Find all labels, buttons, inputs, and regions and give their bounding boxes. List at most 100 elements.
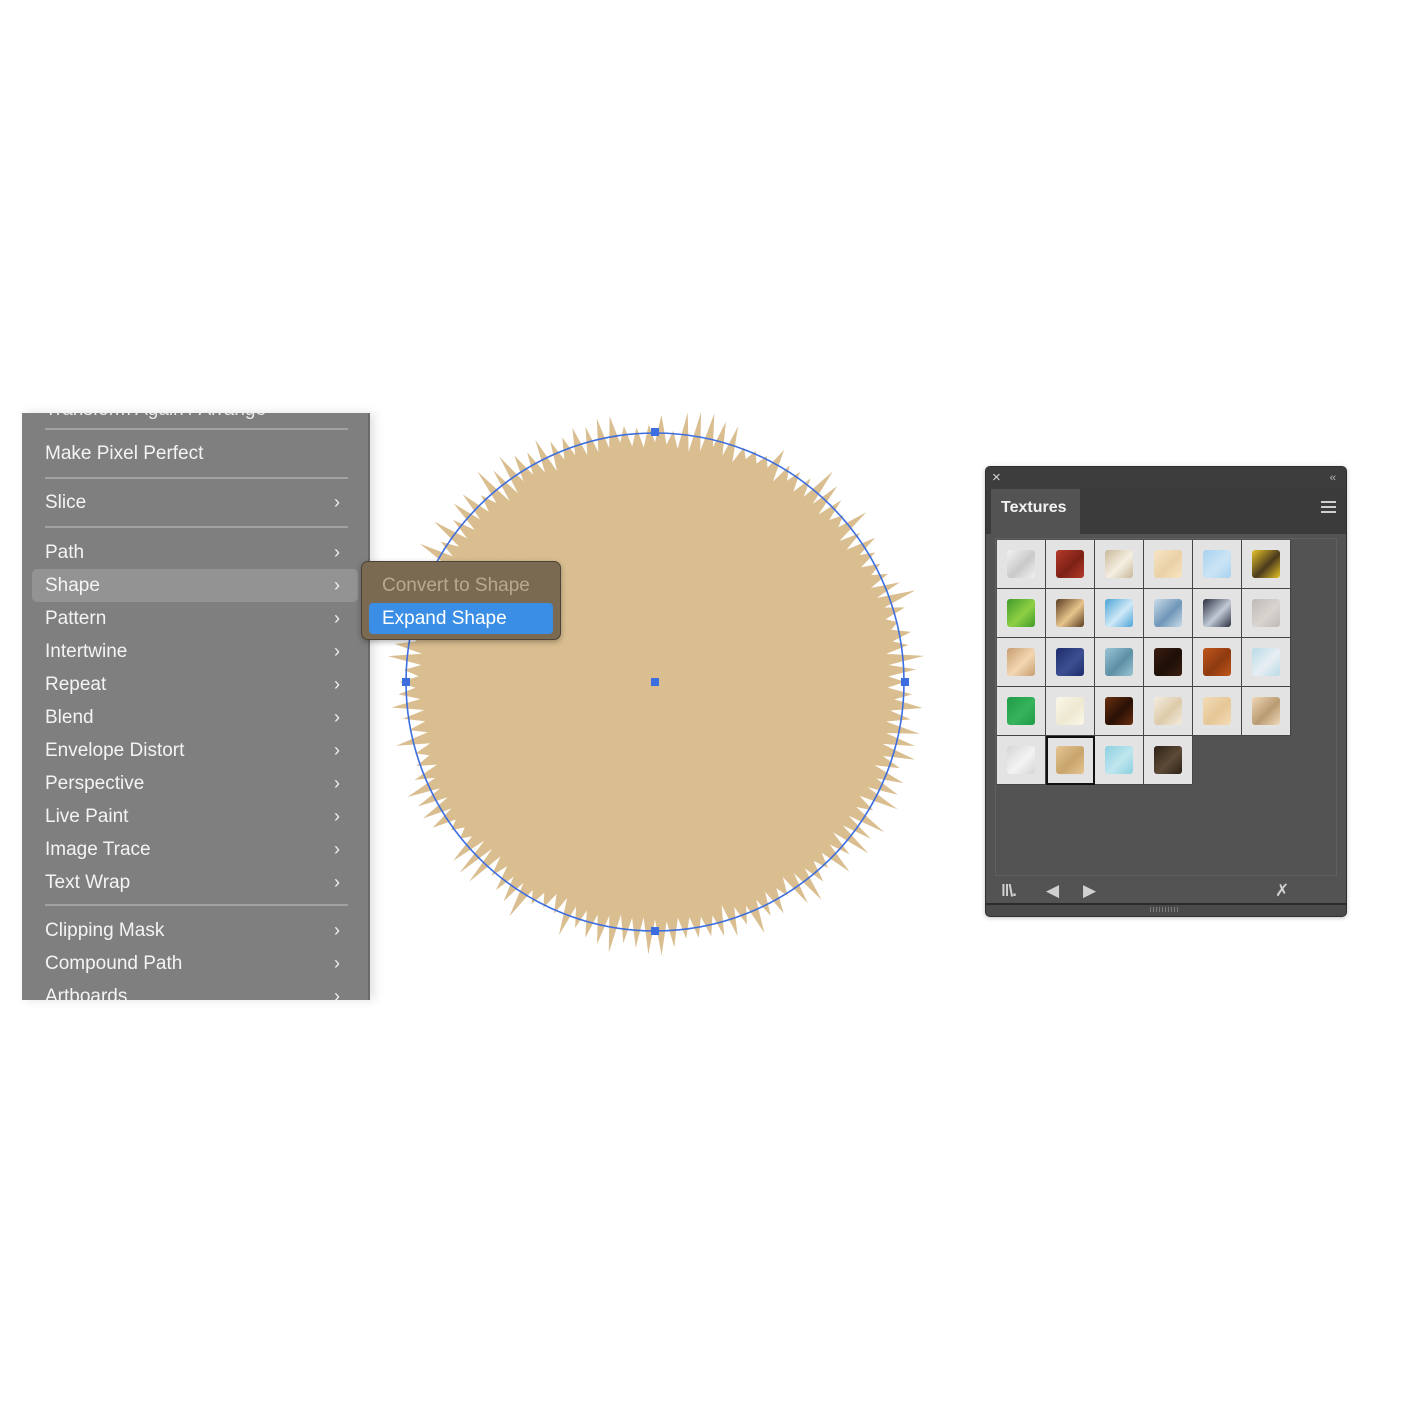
- texture-swatch-stone-cells[interactable]: [1193, 589, 1242, 638]
- texture-swatch-burnt-wood[interactable]: [1095, 687, 1144, 736]
- menu-item-shape[interactable]: Shape ›: [32, 569, 358, 602]
- menu-item-image-trace[interactable]: Image Trace ›: [32, 833, 358, 866]
- texture-thumbnail: [1056, 599, 1084, 627]
- texture-thumbnail: [1252, 599, 1280, 627]
- chevron-right-icon: ›: [334, 608, 340, 628]
- anchor-point-left[interactable]: [402, 678, 410, 686]
- texture-thumbnail: [1007, 746, 1035, 774]
- texture-thumbnail: [1252, 648, 1280, 676]
- menu-item-live-paint[interactable]: Live Paint ›: [32, 800, 358, 833]
- menu-item-clipping-mask[interactable]: Clipping Mask ›: [32, 914, 358, 947]
- texture-swatch-wavy-paper[interactable]: [1242, 687, 1291, 736]
- resize-grip-icon[interactable]: [1150, 907, 1180, 912]
- texture-swatch-blue-ice[interactable]: [1095, 589, 1144, 638]
- next-icon[interactable]: ▶: [1083, 880, 1096, 902]
- texture-swatch-green-grid[interactable]: [997, 687, 1046, 736]
- menu-separator: [45, 904, 348, 906]
- submenu-item-label: Convert to Shape: [382, 575, 530, 596]
- texture-swatch-blue-streaks[interactable]: [1144, 589, 1193, 638]
- texture-swatch-tan-crinkle[interactable]: [1046, 736, 1095, 785]
- texture-thumbnail: [1056, 550, 1084, 578]
- texture-swatch-green-grass[interactable]: [997, 589, 1046, 638]
- texture-thumbnail: [1007, 599, 1035, 627]
- texture-swatch-light-blue[interactable]: [1193, 540, 1242, 589]
- chevron-right-icon: ›: [334, 953, 340, 973]
- chevron-right-icon: ›: [334, 806, 340, 826]
- texture-swatch-parchment[interactable]: [1193, 687, 1242, 736]
- menu-item-text-wrap[interactable]: Text Wrap ›: [32, 866, 358, 899]
- texture-swatch-white-silk[interactable]: [997, 540, 1046, 589]
- menu-item-label: Slice: [45, 492, 87, 513]
- menu-item-label: Shape: [45, 575, 100, 596]
- menu-item-make-pixel-perfect[interactable]: Make Pixel Perfect: [32, 437, 358, 470]
- texture-thumbnail: [1252, 697, 1280, 725]
- close-icon[interactable]: ×: [992, 468, 1001, 488]
- texture-thumbnail: [1203, 697, 1231, 725]
- menu-item-label: Path: [45, 542, 85, 563]
- texture-swatch-gray-granite[interactable]: [1242, 589, 1291, 638]
- texture-swatch-cork-frame[interactable]: [997, 638, 1046, 687]
- texture-swatch-brown-marble[interactable]: [1046, 589, 1095, 638]
- libraries-icon[interactable]: ǁ\.: [1001, 880, 1017, 902]
- menu-item-label: Transform Again / Arrange: [45, 413, 266, 420]
- texture-swatch-cream-grain[interactable]: [1144, 540, 1193, 589]
- texture-swatch-yellow-splatter[interactable]: [1242, 540, 1291, 589]
- texture-swatch-dark-wood[interactable]: [1144, 736, 1193, 785]
- menu-item-pattern[interactable]: Pattern ›: [32, 602, 358, 635]
- texture-thumbnail: [1056, 648, 1084, 676]
- menu-item-truncated[interactable]: Transform Again / Arrange: [32, 413, 358, 426]
- collapse-icon[interactable]: ‹‹: [1330, 468, 1336, 488]
- texture-thumbnail: [1154, 599, 1182, 627]
- menu-item-artboards[interactable]: Artboards ›: [32, 980, 358, 1000]
- texture-swatch-dark-bark[interactable]: [1144, 638, 1193, 687]
- texture-swatch-frosted-glass[interactable]: [1242, 638, 1291, 687]
- center-point[interactable]: [651, 678, 659, 686]
- texture-thumbnail: [1154, 648, 1182, 676]
- texture-swatch-white-speckle[interactable]: [1144, 687, 1193, 736]
- texture-thumbnail: [1105, 697, 1133, 725]
- previous-icon[interactable]: ◀: [1046, 880, 1059, 902]
- texture-thumbnail: [1056, 746, 1084, 774]
- menu-item-label: Live Paint: [45, 806, 129, 827]
- menu-item-label: Artboards: [45, 986, 128, 1000]
- texture-thumbnail: [1154, 550, 1182, 578]
- textures-panel: × ‹‹ Textures ǁ\. ◀ ▶ ✗: [985, 466, 1347, 917]
- texture-swatch-rust-orange[interactable]: [1193, 638, 1242, 687]
- textured-circle-shape[interactable]: [380, 405, 930, 955]
- texture-swatch-red-brick[interactable]: [1046, 540, 1095, 589]
- menu-item-label: Text Wrap: [45, 872, 131, 893]
- texture-swatch-grid: [997, 540, 1291, 785]
- menu-item-label: Make Pixel Perfect: [45, 443, 204, 464]
- chevron-right-icon: ›: [334, 542, 340, 562]
- menu-item-path[interactable]: Path ›: [32, 536, 358, 569]
- tab-textures[interactable]: Textures: [991, 489, 1080, 534]
- shape-submenu: Convert to Shape Expand Shape: [361, 561, 561, 640]
- menu-item-intertwine[interactable]: Intertwine ›: [32, 635, 358, 668]
- submenu-item-expand-shape[interactable]: Expand Shape: [369, 603, 553, 634]
- menu-item-blend[interactable]: Blend ›: [32, 701, 358, 734]
- menu-item-compound-path[interactable]: Compound Path ›: [32, 947, 358, 980]
- anchor-point-top[interactable]: [651, 428, 659, 436]
- menu-item-repeat[interactable]: Repeat ›: [32, 668, 358, 701]
- panel-title-bar[interactable]: × ‹‹: [986, 467, 1346, 489]
- texture-swatch-ivory-paper[interactable]: [1046, 687, 1095, 736]
- texture-swatch-navy-fabric[interactable]: [1046, 638, 1095, 687]
- anchor-point-bottom[interactable]: [651, 927, 659, 935]
- menu-item-label: Repeat: [45, 674, 107, 695]
- texture-swatch-aqua-watercolor[interactable]: [1095, 736, 1144, 785]
- anchor-point-right[interactable]: [901, 678, 909, 686]
- menu-item-perspective[interactable]: Perspective ›: [32, 767, 358, 800]
- texture-swatch-beige-brushed[interactable]: [1095, 540, 1144, 589]
- hamburger-icon[interactable]: [1321, 501, 1336, 516]
- remove-texture-icon[interactable]: ✗: [1275, 880, 1289, 902]
- menu-item-label: Compound Path: [45, 953, 183, 974]
- panel-resize-bar[interactable]: [986, 903, 1346, 916]
- texture-swatch-silver-foil[interactable]: [997, 736, 1046, 785]
- menu-item-label: Blend: [45, 707, 94, 728]
- texture-swatch-blue-weave[interactable]: [1095, 638, 1144, 687]
- menu-item-slice[interactable]: Slice ›: [32, 486, 358, 519]
- menu-separator: [45, 526, 348, 528]
- texture-thumbnail: [1203, 648, 1231, 676]
- menu-item-envelope-distort[interactable]: Envelope Distort ›: [32, 734, 358, 767]
- menu-separator: [45, 428, 348, 430]
